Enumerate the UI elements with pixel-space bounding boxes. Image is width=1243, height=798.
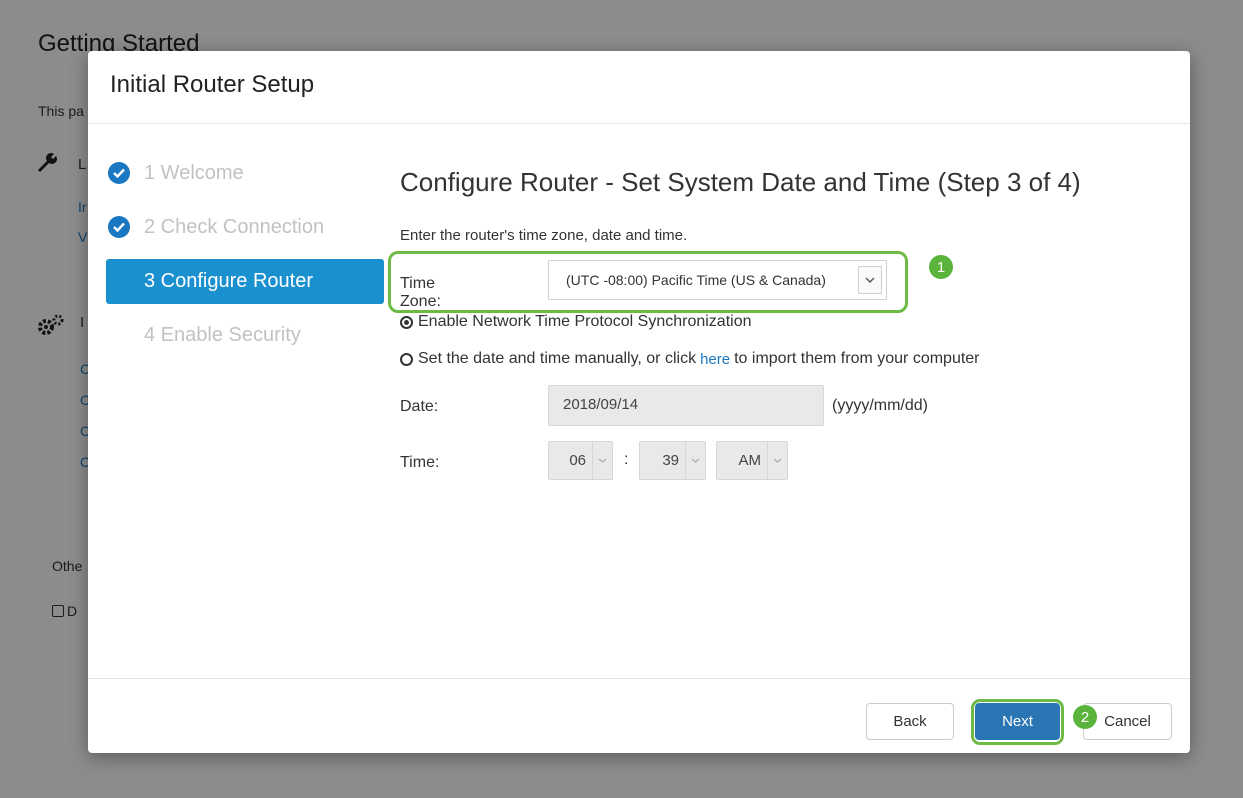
radio-unselected-icon[interactable] bbox=[400, 352, 413, 366]
wizard-step-enable-security[interactable]: 4 Enable Security bbox=[106, 313, 384, 358]
wizard-step-welcome[interactable]: 1 Welcome bbox=[106, 151, 384, 196]
chevron-down-icon[interactable] bbox=[767, 442, 787, 479]
cancel-button[interactable]: Cancel bbox=[1083, 703, 1172, 740]
hour-select[interactable]: 06 bbox=[548, 441, 613, 480]
hour-value: 06 bbox=[569, 452, 586, 469]
check-circle-icon bbox=[108, 162, 130, 184]
time-label: Time: bbox=[400, 454, 440, 471]
next-button[interactable]: Next bbox=[975, 703, 1060, 740]
am-pm-value: AM bbox=[738, 452, 762, 469]
callout-badge-1: 1 bbox=[929, 255, 953, 279]
wizard-step-label: 2 Check Connection bbox=[144, 216, 325, 238]
wizard-step-label: 3 Configure Router bbox=[144, 270, 313, 292]
step-heading: Configure Router - Set System Date and T… bbox=[400, 167, 1081, 197]
ntp-sync-option[interactable]: Enable Network Time Protocol Synchroniza… bbox=[400, 313, 752, 331]
ntp-sync-label: Enable Network Time Protocol Synchroniza… bbox=[418, 313, 752, 330]
initial-router-setup-dialog: Initial Router Setup 1 Welcome 2 Check C… bbox=[88, 51, 1190, 753]
step-intro: Enter the router's time zone, date and t… bbox=[400, 227, 688, 244]
wizard-step-label: 1 Welcome bbox=[144, 162, 244, 184]
radio-selected-icon[interactable] bbox=[400, 315, 413, 329]
modal-footer: Back Next Cancel 2 bbox=[88, 678, 1190, 753]
time-zone-value: (UTC -08:00) Pacific Time (US & Canada) bbox=[566, 272, 826, 288]
manual-time-label: Set the date and time manually, or click bbox=[418, 350, 697, 367]
time-zone-select[interactable]: (UTC -08:00) Pacific Time (US & Canada) bbox=[548, 260, 887, 300]
manual-time-option[interactable]: Set the date and time manually, or click… bbox=[400, 350, 980, 368]
manual-time-label-tail: to import them from your computer bbox=[734, 350, 980, 367]
chevron-down-icon[interactable] bbox=[858, 266, 882, 294]
wizard-step-label: 4 Enable Security bbox=[144, 324, 301, 346]
time-separator: : bbox=[624, 451, 629, 468]
wizard-step-configure-router[interactable]: 3 Configure Router bbox=[106, 259, 384, 304]
callout-badge-2: 2 bbox=[1073, 705, 1097, 729]
back-button[interactable]: Back bbox=[866, 703, 954, 740]
check-circle-icon bbox=[108, 216, 130, 238]
date-input[interactable]: 2018/09/14 bbox=[548, 385, 824, 426]
modal-header: Initial Router Setup bbox=[88, 51, 1190, 124]
date-format-hint: (yyyy/mm/dd) bbox=[832, 397, 928, 414]
am-pm-select[interactable]: AM bbox=[716, 441, 788, 480]
minute-value: 39 bbox=[662, 452, 679, 469]
chevron-down-icon[interactable] bbox=[592, 442, 612, 479]
minute-select[interactable]: 39 bbox=[639, 441, 706, 480]
date-label: Date: bbox=[400, 398, 439, 415]
wizard-step-check-connection[interactable]: 2 Check Connection bbox=[106, 205, 384, 250]
wizard-steps: 1 Welcome 2 Check Connection 3 Configure… bbox=[106, 151, 384, 367]
time-zone-label: Time Zone: bbox=[400, 275, 441, 310]
import-time-link[interactable]: here bbox=[700, 351, 730, 368]
modal-title: Initial Router Setup bbox=[110, 71, 315, 98]
chevron-down-icon[interactable] bbox=[685, 442, 705, 479]
